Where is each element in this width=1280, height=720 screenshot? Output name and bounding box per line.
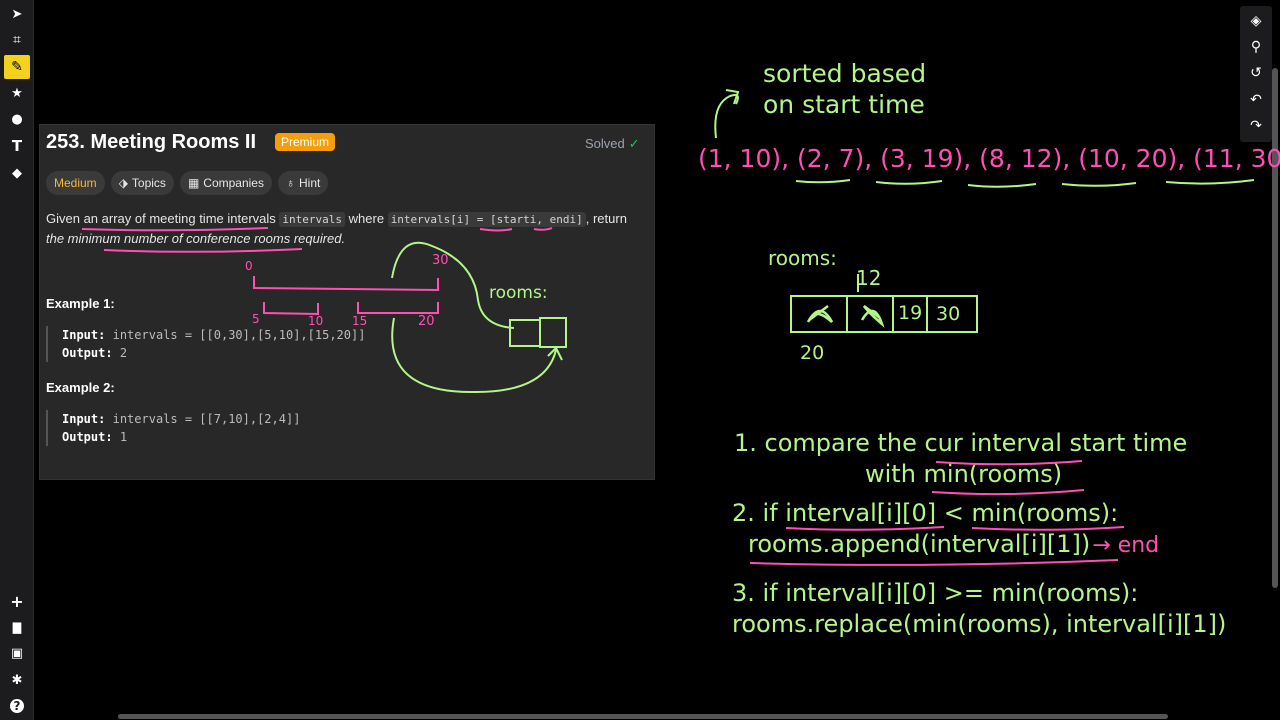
- note-ten: 10: [308, 314, 324, 328]
- search-icon[interactable]: ⚲: [1243, 35, 1269, 59]
- help-icon[interactable]: ?: [4, 694, 30, 718]
- underline-interval-3: [875, 180, 943, 185]
- fill-icon[interactable]: ◆: [4, 161, 30, 185]
- premium-badge: Premium: [275, 133, 336, 151]
- underline-interval-5: [1061, 182, 1137, 187]
- eraser-icon[interactable]: ●: [4, 107, 30, 131]
- example-1-box: Input: intervals = [[0,30],[5,10],[15,20…: [46, 326, 602, 362]
- hint-tag[interactable]: ♁ Hint: [277, 171, 329, 195]
- sorted-arrow-head: [725, 89, 740, 105]
- note-thirty: 30: [432, 253, 449, 268]
- history-icon[interactable]: ↺: [1243, 61, 1269, 85]
- heap-cell-1: [790, 295, 848, 333]
- undo-icon[interactable]: ↶: [1243, 88, 1269, 112]
- companies-tag[interactable]: ▦ Companies: [179, 171, 272, 195]
- note-twenty: 20: [418, 314, 435, 329]
- note-fifteen: 15: [352, 314, 368, 328]
- crop-icon[interactable]: ⌗: [4, 28, 30, 52]
- underline-interval-4: [967, 183, 1037, 188]
- note-rooms-left: rooms:: [489, 283, 548, 303]
- heap-cell-19: 19: [898, 302, 923, 324]
- note-five: 5: [252, 312, 260, 326]
- step-2: 2. if interval[i][0] < min(rooms): rooms…: [732, 499, 1160, 558]
- heap-scribble-2: [860, 305, 885, 328]
- cursor-icon[interactable]: ➤: [4, 2, 30, 26]
- sorted-intervals: (1, 10), (2, 7), (3, 19), (8, 12), (10, …: [698, 144, 1280, 173]
- pen-icon[interactable]: ✎: [4, 55, 30, 79]
- step-1: 1. compare the cur interval start time w…: [734, 429, 1188, 488]
- star-icon[interactable]: ★: [4, 81, 30, 105]
- underline-min-rooms-1: [931, 489, 1085, 496]
- heap-cell-30: 30: [936, 303, 961, 325]
- sorted-curve-arrow: [714, 94, 739, 139]
- problem-title[interactable]: 253. Meeting Rooms II: [46, 131, 256, 154]
- interval-4: (8, 12): [979, 144, 1063, 173]
- heap-top-value: 12: [856, 266, 882, 290]
- plus-icon[interactable]: +: [4, 589, 30, 613]
- interval-3: (3, 19): [880, 144, 964, 173]
- interval-6: (11, 30): [1193, 144, 1280, 173]
- difficulty-tag: Medium: [46, 171, 105, 195]
- folder-icon[interactable]: ▇: [4, 615, 30, 639]
- text-icon[interactable]: T: [4, 134, 30, 158]
- note-sorted: sorted based on start time: [763, 59, 927, 119]
- heap-below-value: 20: [800, 342, 825, 364]
- topics-tag[interactable]: ⬗ Topics: [110, 171, 174, 195]
- step-3: 3. if interval[i][0] >= min(rooms): room…: [732, 579, 1227, 638]
- tag-row: Medium ⬗ Topics ▦ Companies ♁ Hint: [46, 171, 329, 195]
- problem-card: 253. Meeting Rooms II Premium Solved ✓ Me…: [39, 124, 655, 480]
- interval-1: (1, 10),: [698, 144, 798, 173]
- layers-icon[interactable]: ◈: [1243, 9, 1269, 33]
- heap-cell-2: [846, 295, 894, 333]
- save-icon[interactable]: ▣: [4, 641, 30, 665]
- example-2-box: Input: intervals = [[7,10],[2,4]] Output…: [46, 410, 602, 446]
- interval-2: (2, 7): [797, 144, 865, 173]
- example-2-heading: Example 2:: [46, 380, 115, 395]
- building-icon: ▦: [187, 176, 200, 190]
- gear-icon[interactable]: ✱: [4, 668, 30, 692]
- solved-status: Solved ✓: [585, 136, 640, 151]
- interval-5: (10, 20): [1078, 144, 1178, 173]
- horizontal-scrollbar[interactable]: [118, 714, 1168, 719]
- left-toolbar: ➤ ⌗ ✎ ★ ● T ◆ + ▇ ▣ ✱ ?: [0, 0, 34, 720]
- tag-icon: ⬗: [118, 176, 128, 190]
- check-circle-icon: ✓: [628, 136, 640, 151]
- note-zero: 0: [245, 259, 253, 273]
- example-1-heading: Example 1:: [46, 296, 115, 311]
- note-end: → end: [1092, 533, 1160, 558]
- heap-scribble-1: [806, 305, 834, 323]
- note-rooms-right: rooms:: [768, 246, 837, 270]
- problem-description: Given an array of meeting time intervals…: [46, 211, 627, 246]
- right-toolbar: ◈ ⚲ ↺ ↶ ↷: [1240, 6, 1272, 142]
- underline-interval-2: [795, 179, 851, 184]
- redo-icon[interactable]: ↷: [1243, 114, 1269, 138]
- underline-interval-6: [1165, 179, 1255, 185]
- lightbulb-icon: ♁: [285, 176, 295, 190]
